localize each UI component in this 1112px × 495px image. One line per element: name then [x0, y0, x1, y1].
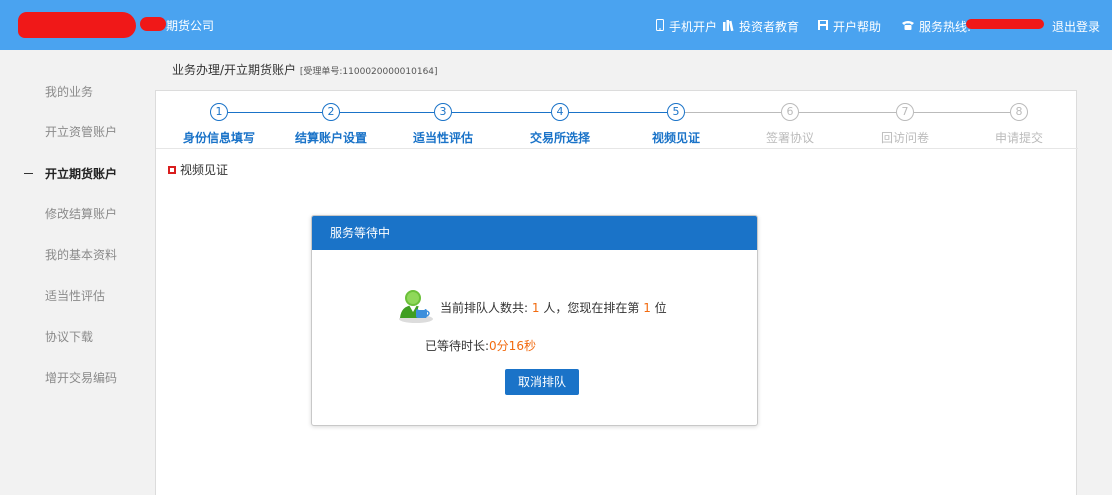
investor-education-label: 投资者教育 — [739, 20, 800, 34]
step-connector — [228, 112, 322, 113]
sidebar-item-label: 修改结算账户 — [45, 207, 118, 221]
mobile-account-link[interactable]: 手机开户 — [656, 18, 717, 35]
queue-mid: 人，您现在排在第 — [543, 301, 640, 315]
section-title: 视频见证 — [168, 161, 228, 178]
sidebar-item-trading-code[interactable]: 增开交易编码 — [0, 368, 155, 388]
step-7-label: 回访问卷 — [880, 131, 930, 145]
customer-service-icon — [396, 288, 434, 324]
wait-duration: 已等待时长:0分16秒 — [425, 337, 536, 354]
queue-count: 1 — [531, 301, 540, 315]
step-5-label: 视频见证 — [651, 131, 701, 145]
step-3-marker: 3 — [434, 103, 452, 121]
step-connector — [914, 112, 1010, 113]
queue-position: 1 — [643, 301, 651, 315]
step-connector — [569, 112, 667, 113]
sidebar-item-label: 增开交易编码 — [45, 371, 118, 385]
section-title-text: 视频见证 — [180, 163, 229, 177]
ticket-number: [受理单号:1100020000010164] — [299, 67, 438, 77]
step-4-marker: 4 — [551, 103, 569, 121]
sidebar-item-suitability[interactable]: 适当性评估 — [0, 286, 155, 306]
logout-label: 退出登录 — [1052, 20, 1101, 34]
redacted-logo — [18, 12, 136, 38]
step-6-label: 签署协议 — [765, 131, 815, 145]
breadcrumb-path: 业务办理/开立期货账户 — [172, 63, 297, 77]
redacted-brand — [140, 17, 166, 31]
cancel-queue-button[interactable]: 取消排队 — [505, 369, 579, 395]
step-2-marker: 2 — [322, 103, 340, 121]
service-hotline-label: 服务热线: — [919, 20, 972, 34]
step-6-marker: 6 — [781, 103, 799, 121]
step-1-label: 身份信息填写 — [182, 131, 256, 145]
service-hotline: 服务热线: — [902, 18, 971, 35]
account-help-label: 开户帮助 — [833, 20, 882, 34]
step-8-label: 申请提交 — [994, 131, 1044, 145]
account-help-link[interactable]: 开户帮助 — [818, 18, 881, 35]
sidebar-item-agreement-download[interactable]: 协议下载 — [0, 327, 155, 347]
wait-label: 已等待时长: — [425, 339, 490, 353]
sidebar-item-label: 协议下载 — [45, 330, 94, 344]
sidebar-item-settlement-account[interactable]: 修改结算账户 — [0, 204, 155, 224]
sidebar-item-label: 我的业务 — [45, 85, 94, 99]
sidebar-item-label: 开立资管账户 — [45, 125, 118, 139]
breadcrumb: 业务办理/开立期货账户 [受理单号:1100020000010164] — [172, 61, 438, 78]
sidebar-item-label: 适当性评估 — [45, 289, 106, 303]
active-indicator — [24, 173, 33, 174]
step-connector — [340, 112, 434, 113]
section-marker-icon — [168, 165, 176, 174]
sidebar-item-profile[interactable]: 我的基本资料 — [0, 245, 155, 265]
sidebar-item-my-business[interactable]: 我的业务 — [0, 82, 155, 102]
save-icon — [818, 20, 828, 33]
redacted-hotline-number — [966, 19, 1044, 29]
sidebar-item-label: 开立期货账户 — [45, 167, 118, 181]
step-4-label: 交易所选择 — [529, 131, 591, 145]
wait-time: 0分16秒 — [489, 339, 536, 353]
telephone-icon — [902, 20, 914, 33]
step-connector — [799, 112, 896, 113]
sidebar-item-futures-account[interactable]: 开立期货账户 — [0, 164, 155, 184]
queue-prefix: 当前排队人数共: — [440, 301, 529, 315]
step-5-marker: 5 — [667, 103, 685, 121]
company-name: 期货公司 — [166, 19, 215, 33]
step-progress: 1 2 3 4 5 6 7 8 身份信息填写 结算账户设置 适当性评估 交易所选… — [156, 91, 1078, 149]
step-1-marker: 1 — [210, 103, 228, 121]
phone-icon — [656, 19, 664, 34]
investor-education-link[interactable]: 投资者教育 — [723, 18, 799, 35]
mobile-account-label: 手机开户 — [669, 20, 718, 34]
step-7-marker: 7 — [896, 103, 914, 121]
step-connector — [452, 112, 551, 113]
top-header: 期货公司 手机开户 投资者教育 开户帮助 服务热线: 退出登录 — [0, 0, 1112, 50]
sidebar: 我的业务 开立资管账户 开立期货账户 修改结算账户 我的基本资料 适当性评估 协… — [0, 50, 155, 495]
step-3-label: 适当性评估 — [412, 131, 474, 145]
sidebar-item-asset-mgmt-account[interactable]: 开立资管账户 — [0, 122, 155, 142]
step-2-label: 结算账户设置 — [294, 131, 368, 145]
logout-link[interactable]: 退出登录 — [1052, 18, 1100, 35]
queue-status: 当前排队人数共: 1 人，您现在排在第 1 位 — [440, 299, 667, 316]
step-connector — [685, 112, 781, 113]
sidebar-item-label: 我的基本资料 — [45, 248, 118, 262]
books-icon — [723, 19, 734, 34]
step-8-marker: 8 — [1010, 103, 1028, 121]
queue-dialog: 服务等待中 当前排队人数共: 1 人，您现在排在第 1 位 已等待时长:0分16… — [311, 215, 758, 426]
dialog-title: 服务等待中 — [312, 216, 757, 250]
queue-suffix: 位 — [654, 301, 667, 315]
